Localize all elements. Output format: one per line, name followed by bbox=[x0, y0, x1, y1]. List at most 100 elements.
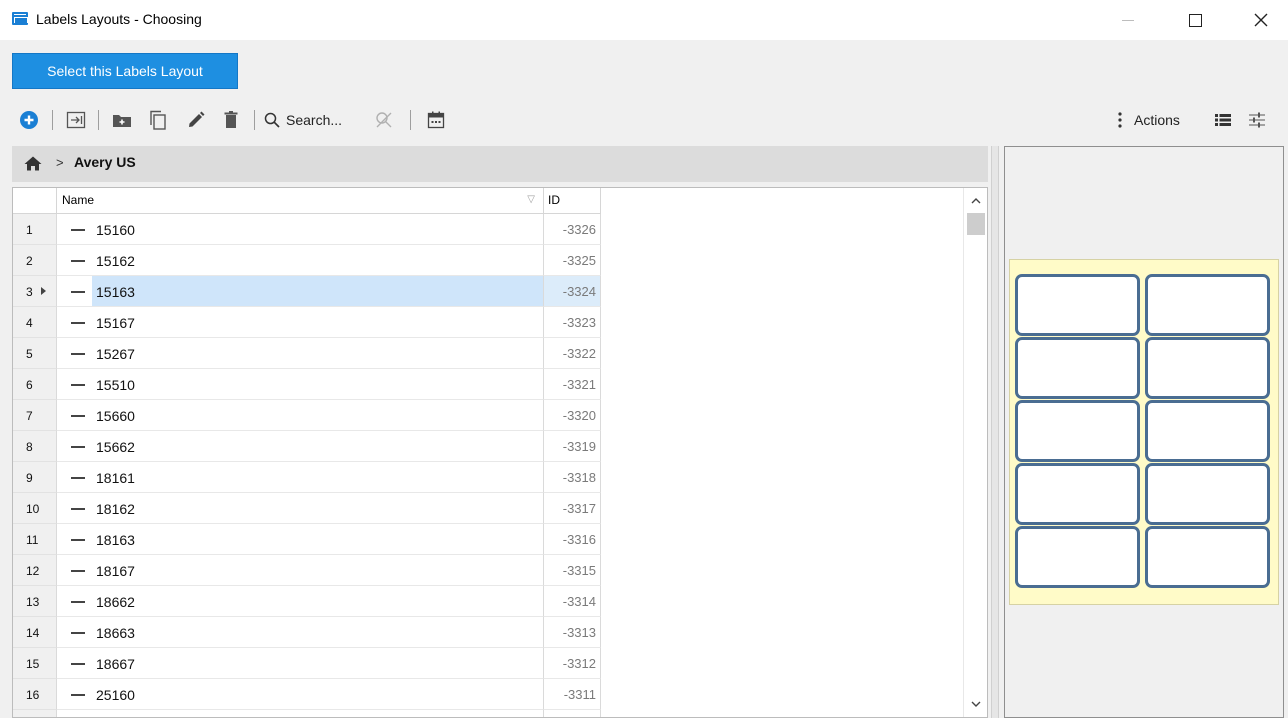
table-row[interactable]: 14 18663 -3313 bbox=[13, 617, 601, 648]
id-cell[interactable]: -3325 bbox=[544, 245, 601, 276]
id-cell[interactable]: -3323 bbox=[544, 307, 601, 338]
breadcrumb-home[interactable] bbox=[24, 156, 42, 174]
row-number[interactable]: 2 bbox=[13, 245, 57, 276]
dash-icon bbox=[71, 322, 85, 324]
row-number[interactable]: 9 bbox=[13, 462, 57, 493]
panel-splitter[interactable] bbox=[991, 146, 999, 718]
id-cell[interactable]: -3311 bbox=[544, 679, 601, 710]
scroll-thumb[interactable] bbox=[967, 213, 985, 235]
row-number[interactable]: 7 bbox=[13, 400, 57, 431]
add-button[interactable] bbox=[18, 108, 40, 132]
row-number[interactable]: 1 bbox=[13, 214, 57, 245]
name-cell[interactable]: 15660 bbox=[57, 400, 544, 431]
vertical-scrollbar[interactable] bbox=[963, 188, 987, 717]
table-row[interactable]: 5 15267 -3322 bbox=[13, 338, 601, 369]
table-row[interactable]: 8 15662 -3319 bbox=[13, 431, 601, 462]
table-row[interactable]: 15 18667 -3312 bbox=[13, 648, 601, 679]
id-cell[interactable]: -3319 bbox=[544, 431, 601, 462]
table-row[interactable]: 16 25160 -3311 bbox=[13, 679, 601, 710]
clear-search-button[interactable] bbox=[372, 108, 396, 132]
scroll-down-icon[interactable] bbox=[971, 701, 981, 708]
close-button[interactable] bbox=[1238, 0, 1284, 40]
actions-menu-button[interactable]: Actions bbox=[1116, 108, 1198, 132]
name-cell[interactable]: 25160 bbox=[57, 679, 544, 710]
list-view-button[interactable] bbox=[1212, 108, 1234, 132]
name-cell[interactable]: 18162 bbox=[57, 493, 544, 524]
id-cell[interactable]: -3326 bbox=[544, 214, 601, 245]
row-number[interactable]: 3 bbox=[13, 276, 57, 307]
delete-icon bbox=[224, 111, 238, 128]
name-cell[interactable]: 15662 bbox=[57, 431, 544, 462]
row-number[interactable]: 11 bbox=[13, 524, 57, 555]
delete-button[interactable] bbox=[220, 108, 242, 132]
table-row[interactable]: 3 15163 -3324 bbox=[13, 276, 601, 307]
table-row[interactable]: 2 15162 -3325 bbox=[13, 245, 601, 276]
table-row[interactable]: 12 18167 -3315 bbox=[13, 555, 601, 586]
new-folder-button[interactable] bbox=[110, 108, 134, 132]
import-button[interactable] bbox=[64, 108, 88, 132]
breadcrumb-current[interactable]: Avery US bbox=[74, 154, 136, 170]
minimize-button[interactable] bbox=[1105, 0, 1151, 40]
name-cell[interactable]: 15162 bbox=[57, 245, 544, 276]
name-cell[interactable]: 18662 bbox=[57, 586, 544, 617]
id-cell[interactable]: -3315 bbox=[544, 555, 601, 586]
id-cell[interactable]: -3324 bbox=[544, 276, 601, 307]
search-button[interactable]: Search... bbox=[264, 108, 364, 132]
select-layout-button[interactable]: Select this Labels Layout bbox=[12, 53, 238, 89]
id-cell[interactable]: -3316 bbox=[544, 524, 601, 555]
table-row[interactable]: 10 18162 -3317 bbox=[13, 493, 601, 524]
maximize-button[interactable] bbox=[1172, 0, 1218, 40]
row-number-label: 2 bbox=[26, 254, 33, 268]
name-cell[interactable]: 15167 bbox=[57, 307, 544, 338]
id-cell[interactable]: -3313 bbox=[544, 617, 601, 648]
id-cell[interactable]: -3310 bbox=[544, 710, 601, 717]
name-cell[interactable]: 15267 bbox=[57, 338, 544, 369]
id-cell[interactable]: -3318 bbox=[544, 462, 601, 493]
row-number[interactable]: 15 bbox=[13, 648, 57, 679]
list-view-icon bbox=[1215, 114, 1231, 126]
id-cell[interactable]: -3322 bbox=[544, 338, 601, 369]
row-number[interactable]: 8 bbox=[13, 431, 57, 462]
row-number[interactable]: 16 bbox=[13, 679, 57, 710]
row-number[interactable]: 13 bbox=[13, 586, 57, 617]
table-row[interactable]: 1725371-3310 bbox=[13, 710, 601, 717]
edit-button[interactable] bbox=[184, 108, 208, 132]
name-cell[interactable]: 18167 bbox=[57, 555, 544, 586]
row-number[interactable]: 12 bbox=[13, 555, 57, 586]
table-row[interactable]: 1 15160 -3326 bbox=[13, 214, 601, 245]
name-cell[interactable]: 18161 bbox=[57, 462, 544, 493]
row-number[interactable]: 5 bbox=[13, 338, 57, 369]
id-cell[interactable]: -3321 bbox=[544, 369, 601, 400]
column-header-id[interactable]: ID bbox=[544, 188, 601, 214]
name-cell[interactable]: 18667 bbox=[57, 648, 544, 679]
name-cell[interactable]: 18663 bbox=[57, 617, 544, 648]
name-cell[interactable]: 18163 bbox=[57, 524, 544, 555]
row-number[interactable]: 17 bbox=[13, 710, 57, 717]
id-cell[interactable]: -3317 bbox=[544, 493, 601, 524]
label-cell bbox=[1145, 526, 1270, 588]
row-number[interactable]: 10 bbox=[13, 493, 57, 524]
column-settings-button[interactable] bbox=[1246, 108, 1268, 132]
table-row[interactable]: 9 18161 -3318 bbox=[13, 462, 601, 493]
id-cell[interactable]: -3314 bbox=[544, 586, 601, 617]
scroll-up-icon[interactable] bbox=[971, 197, 981, 204]
name-cell[interactable]: 15163 bbox=[57, 276, 544, 307]
name-cell[interactable]: 15510 bbox=[57, 369, 544, 400]
row-number[interactable]: 14 bbox=[13, 617, 57, 648]
copy-button[interactable] bbox=[146, 108, 170, 132]
id-cell[interactable]: -3320 bbox=[544, 400, 601, 431]
actions-label: Actions bbox=[1134, 112, 1180, 128]
table-row[interactable]: 11 18163 -3316 bbox=[13, 524, 601, 555]
column-header-name[interactable]: Name ▽ bbox=[57, 188, 544, 214]
name-cell[interactable]: 15160 bbox=[57, 214, 544, 245]
name-cell[interactable]: 25371 bbox=[57, 710, 544, 717]
calendar-button[interactable] bbox=[424, 108, 448, 132]
row-number[interactable]: 4 bbox=[13, 307, 57, 338]
table-row[interactable]: 6 15510 -3321 bbox=[13, 369, 601, 400]
filter-icon[interactable]: ▽ bbox=[527, 194, 535, 205]
table-row[interactable]: 7 15660 -3320 bbox=[13, 400, 601, 431]
table-row[interactable]: 4 15167 -3323 bbox=[13, 307, 601, 338]
table-row[interactable]: 13 18662 -3314 bbox=[13, 586, 601, 617]
row-number[interactable]: 6 bbox=[13, 369, 57, 400]
id-cell[interactable]: -3312 bbox=[544, 648, 601, 679]
